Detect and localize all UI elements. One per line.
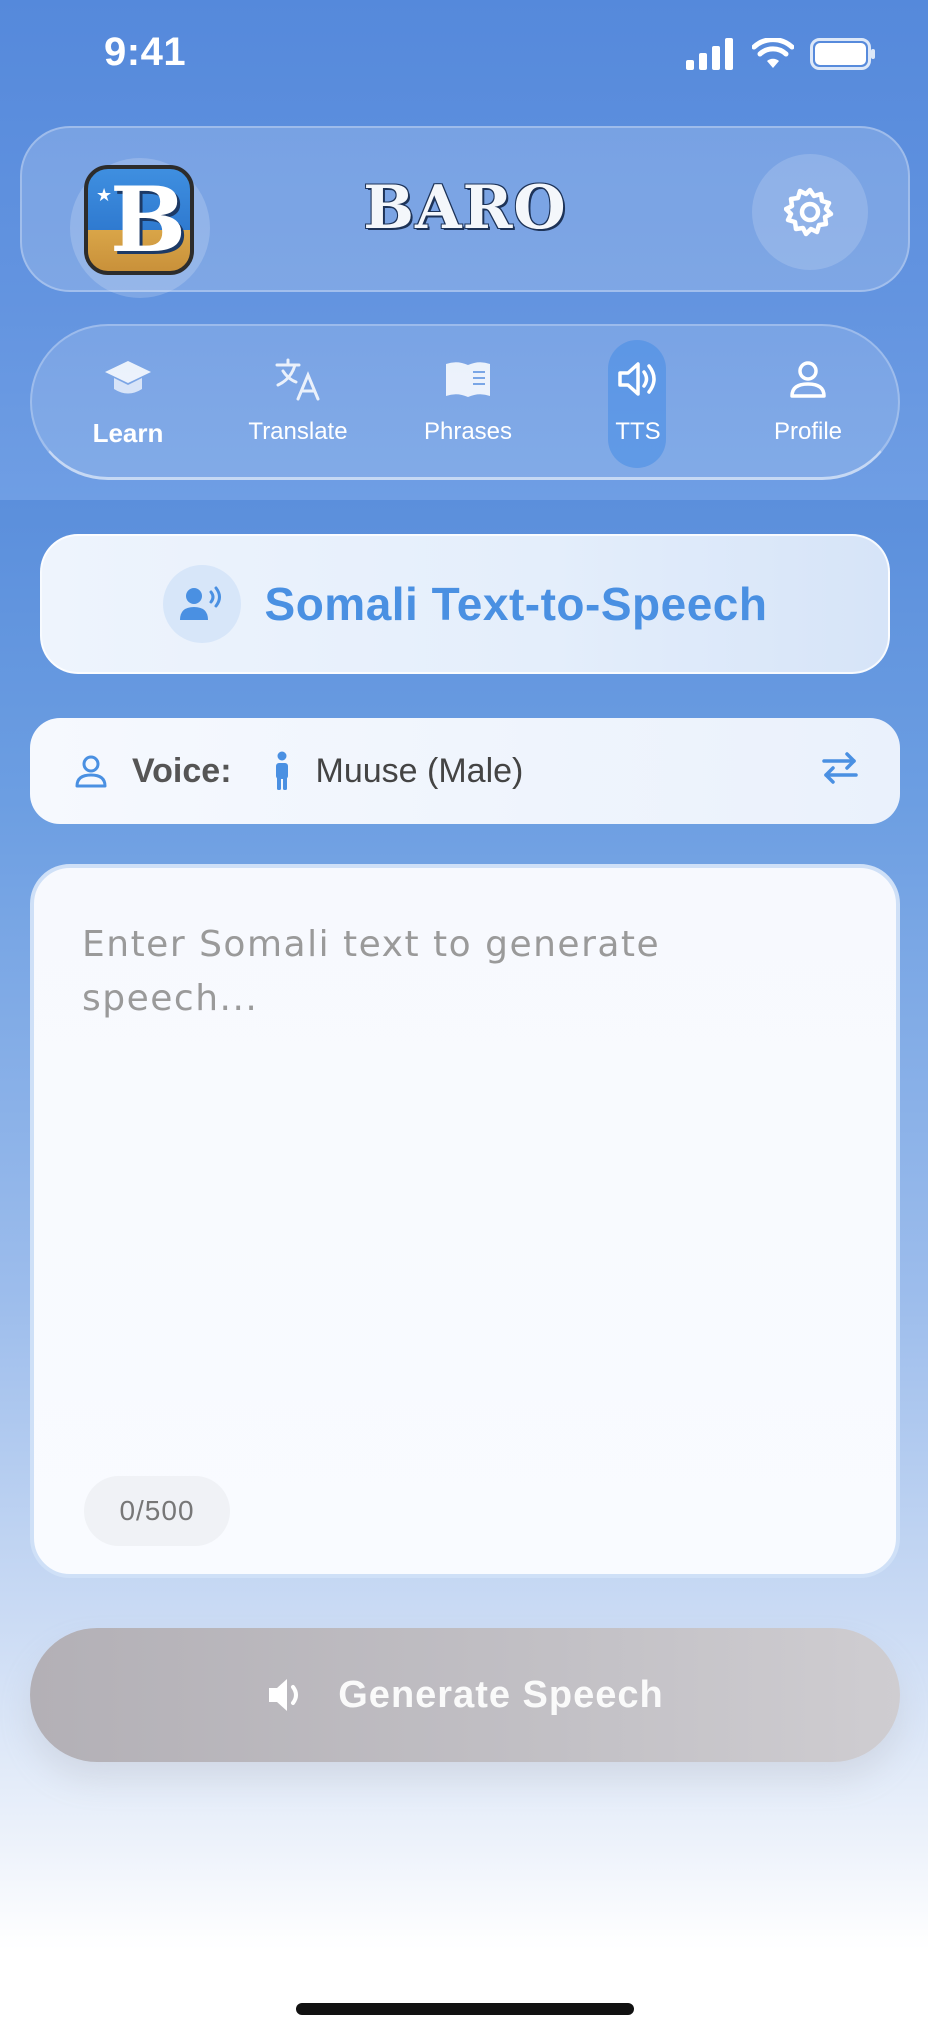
voice-selector[interactable]: Voice: Muuse (Male) — [30, 718, 900, 824]
tab-label: Phrases — [423, 418, 513, 445]
voice-value: Muuse (Male) — [315, 751, 524, 790]
translate-icon — [275, 358, 320, 401]
male-figure-icon — [275, 751, 288, 790]
tab-phrases[interactable]: Phrases — [383, 340, 553, 466]
tab-learn[interactable]: Learn — [43, 340, 213, 466]
wifi-icon — [752, 38, 794, 68]
tab-bar: Learn Translate Phrases TTS Profile — [30, 324, 900, 480]
person-icon — [790, 361, 826, 398]
tab-label: Translate — [248, 418, 348, 445]
gear-icon — [784, 187, 834, 237]
tab-tts[interactable]: TTS — [553, 340, 723, 466]
status-icons — [686, 38, 876, 70]
generate-speech-button[interactable]: Generate Speech — [30, 1628, 900, 1762]
swap-icon[interactable] — [820, 751, 860, 785]
battery-icon — [810, 38, 875, 70]
voice-over-icon — [179, 586, 221, 620]
character-counter: 0/500 — [84, 1476, 230, 1546]
speaker-icon — [618, 362, 656, 396]
tab-label: TTS — [615, 418, 661, 445]
tab-translate[interactable]: Translate — [213, 340, 383, 466]
text-input-card: 0/500 — [30, 864, 900, 1578]
home-indicator — [296, 2003, 634, 2015]
page-title-card: Somali Text-to-Speech — [40, 534, 890, 674]
status-time: 9:41 — [104, 30, 187, 74]
settings-button[interactable] — [752, 154, 868, 270]
somali-text-input[interactable] — [82, 918, 842, 1478]
voice-over-icon-badge — [162, 565, 241, 643]
voice-label: Voice: — [132, 751, 232, 790]
page-title: Somali Text-to-Speech — [264, 578, 768, 630]
header-card: ★ B BARO — [20, 126, 910, 298]
tab-label: Profile — [773, 418, 843, 445]
signal-icon — [686, 38, 733, 70]
graduation-cap-icon — [105, 361, 151, 394]
person-icon — [75, 755, 107, 788]
speaker-icon — [269, 1679, 299, 1711]
generate-speech-label: Generate Speech — [338, 1673, 664, 1716]
book-icon — [446, 362, 490, 397]
tab-profile[interactable]: Profile — [723, 340, 893, 466]
tab-label: Learn — [92, 418, 164, 448]
